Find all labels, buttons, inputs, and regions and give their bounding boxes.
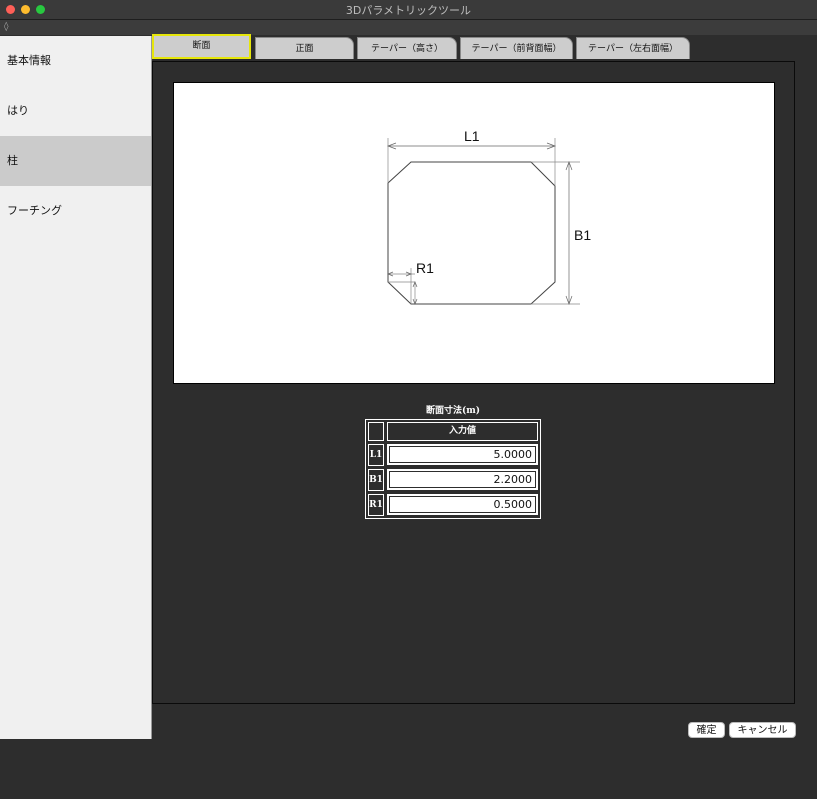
tab-front[interactable]: 正面: [255, 37, 354, 59]
window-title: 3Dパラメトリックツール: [345, 4, 472, 17]
tab-taper-height[interactable]: テーパー（高さ）: [357, 37, 457, 59]
dimension-table: 入力値 L1 5.0000 B1 2.2000 R1 0.5000: [365, 419, 541, 519]
toolbar-strip: ◊: [0, 20, 817, 35]
sidebar-item-basic-info[interactable]: 基本情報: [0, 36, 151, 86]
tab-taper-front-back-width[interactable]: テーパー（前背面幅）: [460, 37, 573, 59]
tab-section[interactable]: 断面: [152, 34, 251, 59]
confirm-button[interactable]: 確定: [688, 722, 725, 738]
row-label-r1: R1: [368, 494, 384, 516]
r1-label: R1: [416, 260, 434, 276]
table-title: 断面寸法(m): [425, 406, 481, 416]
b1-label: B1: [574, 227, 591, 243]
tab-taper-left-right-width[interactable]: テーパー（左右面幅）: [576, 37, 690, 59]
sidebar-item-column[interactable]: 柱: [0, 136, 151, 186]
row-label-b1: B1: [368, 469, 384, 491]
sidebar-item-beam[interactable]: はり: [0, 86, 151, 136]
cancel-button[interactable]: キャンセル: [729, 722, 796, 738]
r1-input[interactable]: 0.5000: [387, 494, 538, 515]
b1-input[interactable]: 2.2000: [387, 469, 538, 490]
l1-label: L1: [464, 128, 480, 144]
sidebar: 基本情報 はり 柱 フーチング: [0, 36, 152, 739]
section-diagram-svg: L1 B1 R1: [387, 128, 591, 305]
title-bar: 3Dパラメトリックツール: [0, 0, 817, 20]
row-label-l1: L1: [368, 444, 384, 466]
section-outline: [387, 161, 556, 305]
section-diagram: L1 B1 R1: [173, 82, 775, 384]
l1-input[interactable]: 5.0000: [387, 444, 538, 465]
diamond-icon[interactable]: ◊: [4, 22, 12, 32]
table-corner-cell: [368, 422, 384, 441]
sidebar-item-footing[interactable]: フーチング: [0, 186, 151, 236]
table-header-input-value: 入力値: [387, 422, 538, 441]
